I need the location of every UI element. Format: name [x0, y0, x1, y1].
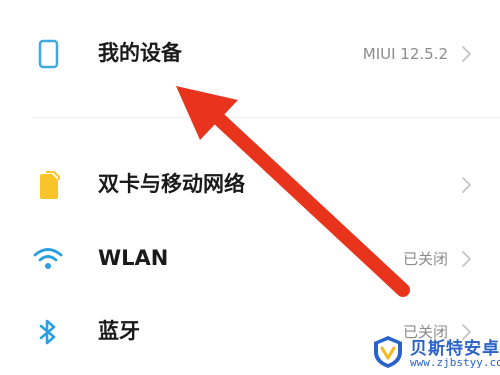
settings-item-sim-network[interactable]: 双卡与移动网络 [0, 155, 500, 215]
settings-item-wlan[interactable]: WLAN 已关闭 [0, 229, 500, 289]
section-divider [32, 117, 500, 118]
settings-item-value: MIUI 12.5.2 [362, 45, 448, 63]
chevron-right-icon [462, 46, 471, 62]
settings-screen: 我的设备 MIUI 12.5.2 双卡与移动网络 WLAN 已关闭 蓝牙 已关闭… [0, 0, 500, 375]
settings-item-label: WLAN [98, 246, 169, 270]
settings-item-label: 我的设备 [98, 41, 182, 65]
bluetooth-icon [39, 319, 56, 345]
chevron-right-icon [462, 177, 471, 193]
settings-item-label: 蓝牙 [98, 319, 140, 343]
watermark-logo [374, 336, 402, 368]
phone-outline-icon [38, 39, 59, 69]
settings-item-value: 已关闭 [402, 250, 448, 268]
settings-item-label: 双卡与移动网络 [98, 172, 245, 196]
watermark: 贝斯特安卓网 www.zjbstyy.com [370, 332, 500, 375]
chevron-right-icon [462, 251, 471, 267]
settings-item-my-device[interactable]: 我的设备 MIUI 12.5.2 [0, 24, 500, 84]
sim-card-icon [40, 171, 60, 199]
watermark-url: www.zjbstyy.com [410, 356, 500, 369]
wifi-icon [33, 248, 63, 269]
